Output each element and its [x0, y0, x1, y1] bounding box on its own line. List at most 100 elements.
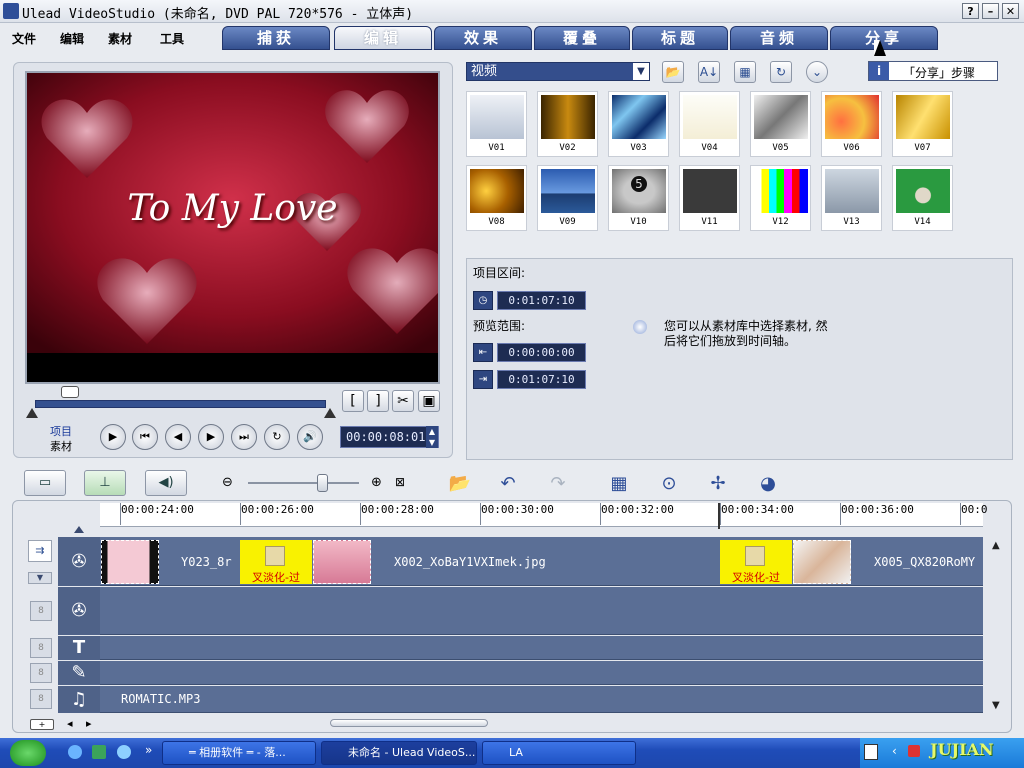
library-thumb[interactable]: V12: [750, 165, 811, 231]
video-clip-thumb[interactable]: [793, 540, 851, 584]
tab-title[interactable]: 标题: [632, 26, 728, 50]
track-manager-icon[interactable]: ✢: [704, 471, 732, 497]
tray-expand-icon[interactable]: ‹: [892, 744, 897, 758]
zoom-slider-track[interactable]: [248, 482, 359, 484]
chevron-right-icon[interactable]: »: [145, 743, 152, 757]
zoom-out-icon[interactable]: ⊖: [222, 475, 233, 490]
app-launcher-icon[interactable]: [92, 745, 106, 759]
tab-audio[interactable]: 音频: [730, 26, 828, 50]
library-thumb[interactable]: V14: [892, 165, 953, 231]
timeline-view-button[interactable]: ⊥: [84, 470, 126, 496]
minimize-button[interactable]: –: [982, 3, 999, 19]
scroll-up-arrow[interactable]: [74, 526, 84, 533]
menu-edit[interactable]: 编辑: [60, 30, 84, 47]
undo-icon[interactable]: ↶: [494, 471, 522, 497]
library-thumb[interactable]: V03: [608, 91, 669, 157]
next-frame-button[interactable]: ▶: [198, 424, 224, 450]
ime-icon[interactable]: [864, 744, 878, 760]
library-view-icon[interactable]: ▦: [734, 61, 756, 83]
transition-clip[interactable]: 叉淡化-过: [720, 540, 792, 584]
voice-track[interactable]: [58, 661, 983, 685]
split-button[interactable]: ✂: [392, 390, 414, 412]
library-thumb[interactable]: V02: [537, 91, 598, 157]
scrub-bar[interactable]: [35, 400, 326, 408]
repeat-button[interactable]: ↻: [264, 424, 290, 450]
home-button[interactable]: ⏮: [132, 424, 158, 450]
track-collapse-icon[interactable]: ▼: [28, 572, 52, 584]
ie-icon[interactable]: [68, 745, 82, 759]
tab-effects[interactable]: 效果: [434, 26, 532, 50]
fit-icon[interactable]: ⊠: [395, 475, 405, 489]
redo-icon[interactable]: ↷: [544, 471, 572, 497]
audio-view-button[interactable]: ◀): [145, 470, 187, 496]
menu-tools[interactable]: 工具: [160, 30, 184, 47]
trim-end-marker[interactable]: [324, 408, 336, 418]
scroll-right-icon[interactable]: ▸: [86, 717, 92, 730]
start-button[interactable]: [10, 740, 46, 766]
insert-media-icon[interactable]: 📂: [446, 471, 474, 497]
tab-edit[interactable]: 编辑: [334, 26, 432, 50]
library-thumb[interactable]: V06: [821, 91, 882, 157]
play-button[interactable]: ▶: [100, 424, 126, 450]
search-icon[interactable]: [117, 745, 131, 759]
mode-clip-label[interactable]: 素材: [50, 438, 72, 454]
previous-frame-button[interactable]: ◀: [165, 424, 191, 450]
timecode-spinner[interactable]: ▲ ▼: [426, 426, 438, 448]
storyboard-view-button[interactable]: ▭: [24, 470, 66, 496]
mode-project-label[interactable]: 项目: [50, 423, 72, 439]
taskbar-item[interactable]: LA: [482, 741, 636, 765]
volume-button[interactable]: 🔊: [297, 424, 323, 450]
video-clip-thumb[interactable]: [101, 540, 159, 584]
library-thumb[interactable]: V01: [466, 91, 527, 157]
tab-capture[interactable]: 捕获: [222, 26, 330, 50]
taskbar-item[interactable]: 未命名 - Ulead VideoS...: [321, 741, 477, 765]
trim-start-marker[interactable]: [26, 408, 38, 418]
mark-out-button[interactable]: ]: [367, 390, 389, 412]
add-track-icon[interactable]: +: [30, 719, 54, 730]
library-thumb[interactable]: V08: [466, 165, 527, 231]
lock-icon[interactable]: 8: [30, 638, 52, 658]
horizontal-scrollbar-thumb[interactable]: [330, 719, 488, 727]
overlay-track[interactable]: [58, 587, 983, 635]
zoom-in-icon[interactable]: ⊕: [371, 475, 382, 490]
sort-icon[interactable]: A↓: [698, 61, 720, 83]
library-thumb[interactable]: V04: [679, 91, 740, 157]
rotate-icon[interactable]: ↻: [770, 61, 792, 83]
tray-app-icon[interactable]: [908, 745, 920, 757]
mark-in-button[interactable]: [: [342, 390, 364, 412]
tab-overlay[interactable]: 覆叠: [534, 26, 630, 50]
timecode-display[interactable]: 00:00:08:01: [340, 426, 439, 448]
lock-icon[interactable]: 8: [30, 601, 52, 621]
library-thumb[interactable]: V05: [750, 91, 811, 157]
library-thumb[interactable]: V07: [892, 91, 953, 157]
playhead[interactable]: [718, 503, 720, 529]
menu-clip[interactable]: 素材: [108, 30, 132, 47]
scroll-down-icon[interactable]: ▼: [992, 700, 1000, 711]
transition-clip[interactable]: 叉淡化-过: [240, 540, 312, 584]
menu-file[interactable]: 文件: [12, 30, 36, 47]
expand-icon[interactable]: ⌄: [806, 61, 828, 83]
surround-icon[interactable]: ◕: [754, 471, 782, 497]
end-button[interactable]: ⏭: [231, 424, 257, 450]
video-clip-thumb[interactable]: [313, 540, 371, 584]
close-button[interactable]: ✕: [1002, 3, 1019, 19]
enlarge-preview-button[interactable]: ▣: [418, 390, 440, 412]
library-category-dropdown[interactable]: 视频 ▼: [466, 62, 650, 81]
library-thumb[interactable]: V10: [608, 165, 669, 231]
folder-icon[interactable]: 📂: [662, 61, 684, 83]
library-thumb[interactable]: V09: [537, 165, 598, 231]
ripple-edit-icon[interactable]: ⇉: [28, 540, 52, 562]
title-track[interactable]: [58, 636, 983, 660]
lock-icon[interactable]: 8: [30, 689, 52, 709]
record-icon[interactable]: ⊙: [655, 471, 683, 497]
taskbar-item[interactable]: ═ 相册软件 ═ - 落...: [162, 741, 316, 765]
help-button[interactable]: ?: [962, 3, 979, 19]
scroll-left-icon[interactable]: ◂: [67, 717, 73, 730]
zoom-slider-thumb[interactable]: [317, 474, 328, 492]
smart-proxy-icon[interactable]: ▦: [605, 471, 633, 497]
scroll-up-icon[interactable]: ▲: [992, 540, 1000, 551]
library-thumb[interactable]: V11: [679, 165, 740, 231]
lock-icon[interactable]: 8: [30, 663, 52, 683]
scrubber-handle[interactable]: [61, 386, 79, 398]
library-thumb[interactable]: V13: [821, 165, 882, 231]
